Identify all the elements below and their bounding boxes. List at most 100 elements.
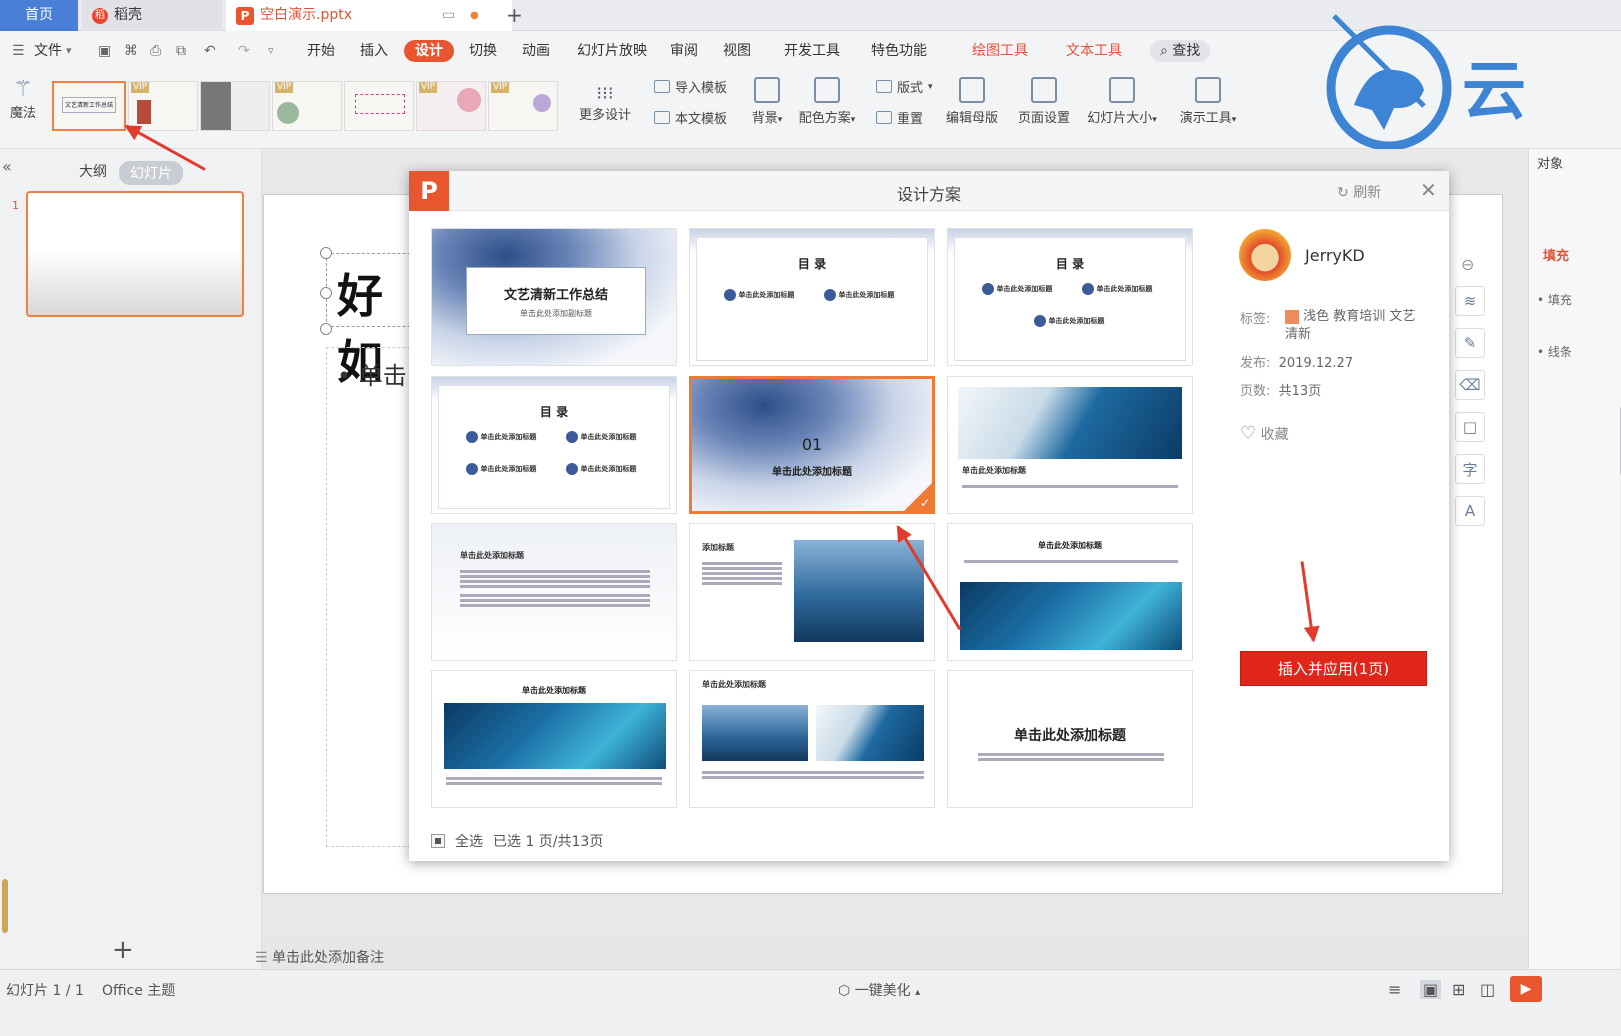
vip-badge: VIP <box>491 82 510 93</box>
tab-home[interactable]: 首页 <box>0 0 78 31</box>
design-card-11[interactable]: 单击此处添加标题 <box>689 670 935 808</box>
redo-icon[interactable]: ↷ <box>238 40 250 62</box>
design-card-5-selected[interactable]: 01 单击此处添加标题 ✓ <box>689 376 935 514</box>
favorite-button[interactable]: ♡ 收藏 <box>1240 423 1289 444</box>
menu-slideshow[interactable]: 幻灯片放映 <box>577 40 647 62</box>
zoom-out-icon[interactable]: ⊖ <box>1461 255 1491 274</box>
design-thumb-7[interactable]: VIP <box>488 81 558 131</box>
menu-start[interactable]: 开始 <box>307 40 335 62</box>
play-slideshow-button[interactable]: ▶ <box>1510 976 1542 1002</box>
design-thumb-1[interactable]: 文艺清新工作总结 <box>52 81 126 131</box>
toc-item: 单击此处添加标题 <box>1034 315 1104 327</box>
author-avatar <box>1239 229 1291 281</box>
resize-handle[interactable] <box>320 247 332 259</box>
design-thumb-6[interactable]: VIP <box>416 81 486 131</box>
color-scheme-button[interactable]: 配色方案▾ <box>795 77 859 126</box>
card-6-title: 单击此处添加标题 <box>962 466 1026 475</box>
reading-view-icon[interactable]: ◫ <box>1480 980 1495 999</box>
quick-access-more-icon[interactable]: ▿ <box>268 40 274 62</box>
slider-handle[interactable] <box>2 879 8 933</box>
menu-view[interactable]: 视图 <box>723 40 751 62</box>
fill-section[interactable]: • 填充 <box>1537 291 1572 308</box>
new-tab-plus-icon[interactable]: + <box>506 0 523 31</box>
edit-master-button[interactable]: 编辑母版 <box>944 77 1000 126</box>
text-format-icon[interactable]: A <box>1455 496 1485 526</box>
beautify-button[interactable]: ⬡ 一键美化 ▴ <box>838 980 920 1000</box>
design-thumb-3[interactable] <box>200 81 270 131</box>
select-all-label[interactable]: 全选 <box>455 831 483 851</box>
notes-toggle-icon[interactable]: ≡ <box>1388 980 1401 999</box>
import-template-button[interactable]: 导入模板 <box>654 77 727 96</box>
menu-review[interactable]: 审阅 <box>670 40 698 62</box>
design-card-8[interactable]: 添加标题 <box>689 523 935 661</box>
slide-thumbnail-1[interactable] <box>26 191 244 317</box>
undo-icon[interactable]: ↶ <box>204 40 216 62</box>
page-setup-button[interactable]: 页面设置 <box>1016 77 1072 126</box>
tab-document[interactable]: P 空白演示.pptx ▭ ● <box>226 0 512 31</box>
menu-special[interactable]: 特色功能 <box>871 40 927 62</box>
menu-drawing-tools[interactable]: 绘图工具 <box>972 40 1028 62</box>
layout-button[interactable]: 版式 ▾ <box>876 77 933 96</box>
menu-devtools[interactable]: 开发工具 <box>784 40 840 62</box>
select-all-checkbox[interactable] <box>431 834 445 848</box>
save-icon[interactable]: ▣ <box>98 40 111 62</box>
layers-icon[interactable]: ≋ <box>1455 286 1485 316</box>
card-11-title: 单击此处添加标题 <box>702 680 766 689</box>
presentation-tools-button[interactable]: 演示工具▾ <box>1176 77 1240 126</box>
magic-button[interactable]: ⚚ 魔法 <box>6 77 40 121</box>
chevron-down-icon[interactable]: ▾ <box>66 40 72 62</box>
menu-file[interactable]: 文件 <box>34 40 62 62</box>
this-template-label: 本文模板 <box>675 112 728 127</box>
hamburger-icon[interactable]: ☰ <box>12 40 25 62</box>
menu-insert[interactable]: 插入 <box>360 40 388 62</box>
line-section[interactable]: • 线条 <box>1537 343 1572 360</box>
tab-outline[interactable]: 大纲 <box>79 161 107 181</box>
theme-name[interactable]: Office 主题 <box>102 980 175 1000</box>
menu-animation[interactable]: 动画 <box>522 40 550 62</box>
fill-tab[interactable]: 填充 <box>1543 245 1569 264</box>
text-style-icon[interactable]: 字 <box>1455 454 1485 484</box>
design-card-4[interactable]: 目 录 单击此处添加标题 单击此处添加标题 单击此处添加标题 单击此处添加标题 <box>431 376 677 514</box>
normal-view-icon[interactable]: ▣ <box>1420 980 1442 999</box>
objects-label: 对象 <box>1537 157 1564 172</box>
this-template-button[interactable]: 本文模板 <box>654 108 727 127</box>
notes-area[interactable]: ☰ 单击此处添加备注 <box>255 947 384 967</box>
search-box[interactable]: ⌕ 查找 <box>1150 40 1211 62</box>
design-card-10[interactable]: 单击此处添加标题 <box>431 670 677 808</box>
menu-text-tools[interactable]: 文本工具 <box>1066 40 1122 62</box>
monitor-icon[interactable]: ▭ <box>442 0 455 31</box>
background-button[interactable]: 背景▾ <box>745 77 789 126</box>
menu-design[interactable]: 设计 <box>404 40 454 62</box>
format-painter-icon[interactable]: ⌘ <box>124 40 138 62</box>
design-thumb-4[interactable]: VIP <box>272 81 342 131</box>
card-8-title: 添加标题 <box>702 543 734 552</box>
design-card-3[interactable]: 目 录 单击此处添加标题 单击此处添加标题 单击此处添加标题 <box>947 228 1193 366</box>
design-card-6[interactable]: 单击此处添加标题 <box>947 376 1193 514</box>
shape-icon[interactable]: □ <box>1455 412 1485 442</box>
design-card-9[interactable]: 单击此处添加标题 <box>947 523 1193 661</box>
add-slide-plus-icon[interactable]: + <box>112 935 134 965</box>
sorter-view-icon[interactable]: ⊞ <box>1452 980 1465 999</box>
collapse-panel-icon[interactable]: « <box>2 157 12 176</box>
design-card-1[interactable]: 文艺清新工作总结 单击此处添加副标题 <box>431 228 677 366</box>
tab-slides[interactable]: 幻灯片 <box>119 161 183 185</box>
search-label: 查找 <box>1172 43 1201 59</box>
close-icon[interactable]: ✕ <box>1420 178 1437 202</box>
design-card-7[interactable]: 单击此处添加标题 <box>431 523 677 661</box>
pen-icon[interactable]: ✎ <box>1455 328 1485 358</box>
resize-handle[interactable] <box>320 323 332 335</box>
slide-size-button[interactable]: 幻灯片大小▾ <box>1082 77 1162 126</box>
design-card-2[interactable]: 目 录 单击此处添加标题 单击此处添加标题 <box>689 228 935 366</box>
refresh-button[interactable]: ↻ 刷新 <box>1337 182 1381 202</box>
design-thumb-5[interactable] <box>344 81 414 131</box>
resize-handle[interactable] <box>320 287 332 299</box>
insert-apply-button[interactable]: 插入并应用(1页) <box>1240 651 1427 686</box>
menu-switch[interactable]: 切换 <box>469 40 497 62</box>
eraser-icon[interactable]: ⌫ <box>1455 370 1485 400</box>
design-card-12[interactable]: 单击此处添加标题 <box>947 670 1193 808</box>
more-design-button[interactable]: ⁝⁝⁝ 更多设计 <box>572 83 638 123</box>
print-preview-icon[interactable]: ⧉ <box>176 40 186 62</box>
print-icon[interactable]: ⎙ <box>150 40 161 62</box>
tab-daoke[interactable]: 稻稻壳 <box>82 0 222 31</box>
reset-button[interactable]: 重置 <box>876 108 923 127</box>
